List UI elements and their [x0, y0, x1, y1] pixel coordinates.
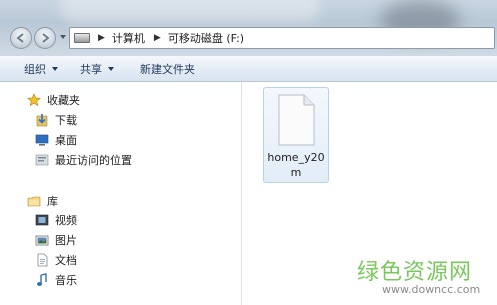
breadcrumb-separator[interactable]: ▶: [98, 33, 105, 43]
share-button[interactable]: 共享: [80, 61, 114, 77]
drive-icon: [74, 33, 90, 43]
recent-pages-dropdown[interactable]: [60, 35, 66, 39]
nav-item-music-label: 音乐: [55, 274, 77, 287]
share-label: 共享: [80, 62, 102, 76]
breadcrumb-computer[interactable]: 计算机: [112, 30, 145, 46]
glass-highlight: [60, 0, 320, 22]
star-icon: [27, 93, 41, 107]
window-titlebar: ▶ 计算机 ▶ 可移动磁盘 (F:): [0, 0, 497, 56]
breadcrumb-separator[interactable]: ▶: [154, 33, 161, 43]
recent-places-icon: [35, 153, 49, 167]
nav-item-pictures[interactable]: 图片: [35, 231, 77, 249]
file-name: home_y20m: [267, 151, 325, 179]
new-folder-button[interactable]: 新建文件夹: [140, 61, 195, 77]
nav-item-recent-places-label: 最近访问的位置: [55, 154, 132, 167]
navigation-pane: 收藏夹 下载 桌面 最近访问的位置 库 视频 图片 文档 音乐: [0, 82, 242, 305]
downloads-icon: [35, 113, 49, 127]
nav-favorites[interactable]: 收藏夹: [27, 91, 80, 109]
nav-libraries[interactable]: 库: [27, 192, 58, 210]
nav-favorites-label: 收藏夹: [47, 94, 80, 107]
nav-item-pictures-label: 图片: [55, 234, 77, 247]
library-folder-icon: [27, 194, 41, 208]
command-bar: 组织 共享 新建文件夹: [0, 56, 497, 82]
chevron-down-icon: [108, 66, 114, 71]
chevron-down-icon: [52, 66, 58, 71]
forward-button[interactable]: [34, 27, 56, 49]
organize-label: 组织: [24, 62, 46, 76]
nav-item-documents-label: 文档: [55, 254, 77, 267]
nav-item-downloads-label: 下载: [55, 114, 77, 127]
back-arrow-icon: [16, 33, 24, 43]
forward-arrow-icon: [42, 33, 50, 43]
nav-item-documents[interactable]: 文档: [35, 251, 77, 269]
pictures-icon: [35, 233, 49, 247]
desktop-icon: [35, 133, 49, 147]
generic-file-icon: [278, 94, 315, 146]
address-bar[interactable]: ▶ 计算机 ▶ 可移动磁盘 (F:): [69, 27, 495, 49]
new-folder-label: 新建文件夹: [140, 62, 195, 76]
nav-item-recent-places[interactable]: 最近访问的位置: [35, 151, 132, 169]
watermark-title: 绿色资源网: [357, 260, 473, 285]
nav-item-videos[interactable]: 视频: [35, 211, 77, 229]
nav-item-desktop-label: 桌面: [55, 134, 77, 147]
nav-item-downloads[interactable]: 下载: [35, 111, 77, 129]
nav-item-music[interactable]: 音乐: [35, 271, 77, 289]
nav-item-desktop[interactable]: 桌面: [35, 131, 77, 149]
watermark-url: www.downcc.com: [382, 283, 481, 296]
breadcrumb-removable-disk[interactable]: 可移动磁盘 (F:): [168, 30, 244, 46]
back-button[interactable]: [10, 27, 32, 49]
organize-button[interactable]: 组织: [24, 61, 58, 77]
nav-item-videos-label: 视频: [55, 214, 77, 227]
nav-libraries-label: 库: [47, 195, 58, 208]
videos-icon: [35, 213, 49, 227]
documents-icon: [35, 253, 49, 267]
file-item[interactable]: home_y20m: [263, 87, 329, 183]
music-icon: [35, 273, 49, 287]
